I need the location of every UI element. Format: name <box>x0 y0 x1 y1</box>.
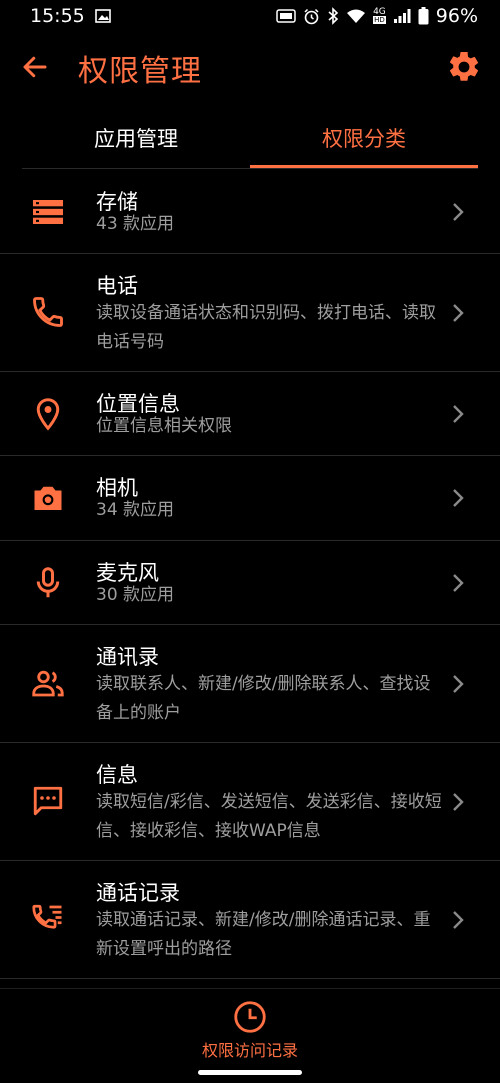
arrow-left-icon[interactable] <box>20 52 50 82</box>
list-item-microphone[interactable]: 麦克风 30 款应用 <box>0 541 500 625</box>
permission-access-record-button[interactable]: 权限访问记录 <box>180 989 320 1061</box>
chevron-right-icon <box>453 203 464 221</box>
item-subtitle: 读取联系人、新建/修改/删除联系人、查找设备上的账户 <box>96 674 431 723</box>
item-subtitle: 43 款应用 <box>96 214 175 234</box>
contacts-icon <box>32 670 64 697</box>
status-time: 15:55 <box>30 5 85 27</box>
list-item-storage[interactable]: 存储 43 款应用 <box>0 170 500 254</box>
item-subtitle: 读取短信/彩信、发送短信、发送彩信、接收短信、接收彩信、接收WAP信息 <box>96 792 442 841</box>
home-indicator[interactable] <box>198 1070 302 1075</box>
message-icon <box>33 786 63 816</box>
item-title: 通讯录 <box>96 645 159 669</box>
list-item-call-log[interactable]: 通话记录 读取通话记录、新建/修改/删除通话记录、重新设置呼出的路径 <box>0 861 500 979</box>
item-title: 电话 <box>96 274 138 298</box>
bluetooth-icon <box>328 7 339 25</box>
chevron-right-icon <box>453 675 464 693</box>
status-bar: 15:55 4G HD 96% <box>0 0 500 32</box>
signal-icon <box>393 9 411 23</box>
microphone-icon <box>36 567 60 598</box>
tab-permission-categories[interactable]: 权限分类 <box>250 108 478 168</box>
list-item-phone[interactable]: 电话 读取设备通话状态和识别码、拨打电话、读取电话号码 <box>0 254 500 372</box>
call-log-icon <box>32 904 62 929</box>
item-subtitle: 读取设备通话状态和识别码、拨打电话、读取电话号码 <box>96 303 436 352</box>
permission-list: 存储 43 款应用 电话 读取设备通话状态和识别码、拨打电话、读取电话号码 位置… <box>0 170 500 979</box>
location-pin-icon <box>36 398 60 431</box>
phone-icon <box>33 297 63 327</box>
list-item-messages[interactable]: 信息 读取短信/彩信、发送短信、发送彩信、接收短信、接收彩信、接收WAP信息 <box>0 743 500 861</box>
bottom-nav: 权限访问记录 <box>0 988 500 1061</box>
camera-icon <box>34 486 62 510</box>
hz-120-icon <box>276 9 296 23</box>
tab-app-management[interactable]: 应用管理 <box>22 108 250 168</box>
network-hd-badge: HD <box>373 16 386 24</box>
item-subtitle: 34 款应用 <box>96 500 175 520</box>
clock-icon <box>234 1001 266 1033</box>
chevron-right-icon <box>453 911 464 929</box>
alarm-icon <box>304 8 319 24</box>
storage-icon <box>33 200 63 224</box>
list-item-contacts[interactable]: 通讯录 读取联系人、新建/修改/删除联系人、查找设备上的账户 <box>0 625 500 743</box>
tab-divider <box>22 168 478 169</box>
tab-bar: 应用管理 权限分类 <box>22 108 478 168</box>
bottom-nav-label: 权限访问记录 <box>201 1041 298 1060</box>
app-bar: 权限管理 <box>0 36 500 100</box>
item-subtitle: 30 款应用 <box>96 585 175 605</box>
chevron-right-icon <box>453 574 464 592</box>
list-item-location[interactable]: 位置信息 位置信息相关权限 <box>0 372 500 456</box>
chevron-right-icon <box>453 304 464 322</box>
network-type-badge: 4G <box>373 7 386 17</box>
item-subtitle: 位置信息相关权限 <box>96 416 232 436</box>
item-title: 通话记录 <box>96 881 180 905</box>
item-subtitle: 读取通话记录、新建/修改/删除通话记录、重新设置呼出的路径 <box>96 910 431 959</box>
list-item-camera[interactable]: 相机 34 款应用 <box>0 456 500 541</box>
battery-icon <box>418 7 429 25</box>
chevron-right-icon <box>453 793 464 811</box>
page-title: 权限管理 <box>78 54 202 89</box>
image-notification-icon <box>94 9 111 23</box>
chevron-right-icon <box>453 489 464 507</box>
item-title: 信息 <box>96 763 138 787</box>
chevron-right-icon <box>453 405 464 423</box>
battery-percent: 96% <box>435 5 478 27</box>
wifi-icon <box>347 9 366 23</box>
gear-icon[interactable] <box>446 49 482 85</box>
